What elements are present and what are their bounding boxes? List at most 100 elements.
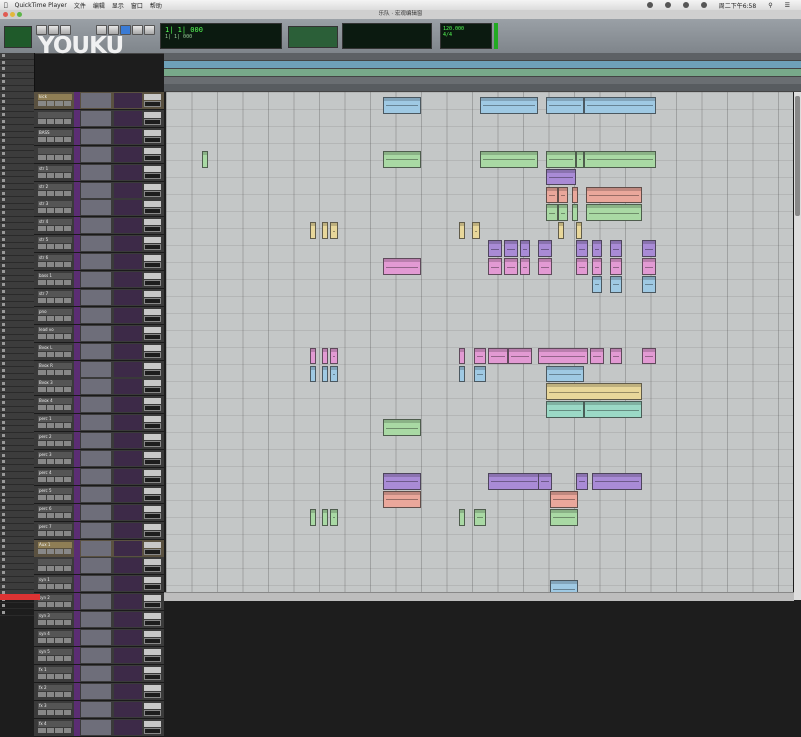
solo-button[interactable] (46, 709, 54, 715)
track-visibility-icon[interactable] (2, 145, 5, 149)
audio-clip[interactable] (488, 240, 502, 258)
track-header[interactable] (34, 109, 164, 128)
pan-display[interactable] (144, 190, 161, 197)
mute-button[interactable] (55, 655, 63, 661)
audio-clip[interactable] (472, 222, 480, 240)
solo-button[interactable] (46, 673, 54, 679)
send-slot[interactable] (114, 576, 142, 592)
mute-button[interactable] (55, 727, 63, 733)
track-visibility-icon[interactable] (2, 283, 5, 287)
send-slot[interactable] (114, 361, 142, 377)
audio-clip[interactable] (383, 419, 421, 437)
audio-clip[interactable] (642, 276, 656, 293)
solo-button[interactable] (46, 351, 54, 357)
record-arm-button[interactable] (38, 315, 46, 321)
track-visibility-icon[interactable] (2, 185, 5, 189)
track-visibility-icon[interactable] (2, 571, 5, 575)
solo-button[interactable] (46, 190, 54, 196)
track-visibility-icon[interactable] (2, 204, 5, 208)
volume-display[interactable] (144, 720, 161, 727)
mute-button[interactable] (55, 118, 63, 124)
playlist-button[interactable] (63, 226, 71, 232)
status-icon[interactable] (646, 2, 653, 8)
pan-display[interactable] (144, 315, 161, 322)
track-visibility-icon[interactable] (2, 244, 5, 248)
track-name[interactable]: Bvox 3 (38, 380, 72, 387)
solo-button[interactable] (46, 262, 54, 268)
record-arm-button[interactable] (38, 118, 46, 124)
track-name[interactable]: perc 2 (38, 434, 72, 441)
volume-display[interactable] (144, 487, 161, 494)
send-slot[interactable] (114, 218, 142, 234)
track-name[interactable]: syn 4 (38, 631, 72, 637)
send-slot[interactable] (114, 110, 142, 126)
pan-display[interactable] (144, 351, 161, 358)
solo-button[interactable] (46, 638, 54, 643)
pan-display[interactable] (144, 369, 161, 376)
track-name[interactable]: bass 1 (38, 273, 72, 279)
volume-display[interactable] (144, 255, 161, 262)
record-arm-button[interactable] (38, 638, 46, 643)
track-visibility-icon[interactable] (2, 276, 5, 280)
volume-icon[interactable] (682, 2, 689, 8)
track-visibility-icon[interactable] (2, 335, 5, 339)
audio-clip[interactable] (642, 347, 656, 365)
send-slot[interactable] (114, 379, 142, 395)
playlist-button[interactable] (63, 351, 71, 357)
send-slot[interactable] (114, 522, 142, 538)
send-slot[interactable] (114, 594, 142, 610)
playlist-button[interactable] (63, 244, 71, 250)
track-visibility-icon[interactable] (2, 67, 5, 71)
track-name[interactable]: fx 2 (38, 684, 72, 691)
pan-display[interactable] (144, 620, 161, 627)
insert-slot[interactable] (81, 486, 111, 502)
pan-display[interactable] (144, 673, 161, 680)
mute-button[interactable] (55, 208, 63, 214)
audio-clip[interactable] (480, 97, 538, 114)
mute-button[interactable] (55, 673, 63, 679)
playlist-button[interactable] (63, 136, 71, 142)
send-slot[interactable] (114, 200, 142, 216)
track-visibility-icon[interactable] (2, 486, 5, 490)
solo-button[interactable] (46, 620, 54, 626)
audio-clip[interactable] (592, 276, 602, 293)
track-visibility-icon[interactable] (2, 93, 5, 97)
track-visibility-icon[interactable] (2, 355, 5, 359)
track-header[interactable]: bass 1 (34, 271, 164, 289)
track-visibility-icon[interactable] (2, 329, 5, 333)
track-header[interactable]: perc 7 (34, 521, 164, 540)
audio-clip[interactable] (576, 240, 588, 258)
audio-clip[interactable] (383, 150, 421, 168)
zoom-window-icon[interactable] (17, 12, 22, 17)
track-header[interactable]: str 1 (34, 163, 164, 182)
record-arm-button[interactable] (38, 351, 46, 357)
insert-slot[interactable] (81, 576, 111, 592)
audio-clip[interactable] (546, 204, 558, 222)
pan-display[interactable] (144, 244, 161, 251)
audio-clip[interactable] (576, 258, 588, 275)
solo-button[interactable] (46, 405, 54, 411)
mute-button[interactable] (55, 476, 63, 482)
volume-display[interactable] (144, 559, 161, 566)
mute-button[interactable] (55, 530, 63, 536)
mute-button[interactable] (55, 351, 63, 357)
audio-clip[interactable] (590, 347, 604, 365)
playlist-button[interactable] (63, 566, 71, 572)
pan-display[interactable] (144, 548, 161, 555)
track-header[interactable]: fx 2 (34, 682, 164, 701)
volume-display[interactable] (144, 219, 161, 226)
audio-clip[interactable] (310, 365, 316, 383)
audio-clip[interactable] (520, 258, 530, 275)
playlist-button[interactable] (63, 297, 71, 303)
track-name[interactable]: str 5 (38, 237, 72, 244)
track-visibility-icon[interactable] (2, 381, 5, 385)
volume-display[interactable] (144, 237, 161, 244)
pan-display[interactable] (144, 727, 161, 734)
mute-button[interactable] (55, 548, 63, 554)
track-visibility-icon[interactable] (2, 506, 5, 509)
mute-button[interactable] (55, 691, 63, 697)
volume-display[interactable] (144, 308, 161, 315)
volume-display[interactable] (144, 362, 161, 369)
record-arm-button[interactable] (38, 620, 46, 626)
record-arm-button[interactable] (38, 727, 46, 733)
